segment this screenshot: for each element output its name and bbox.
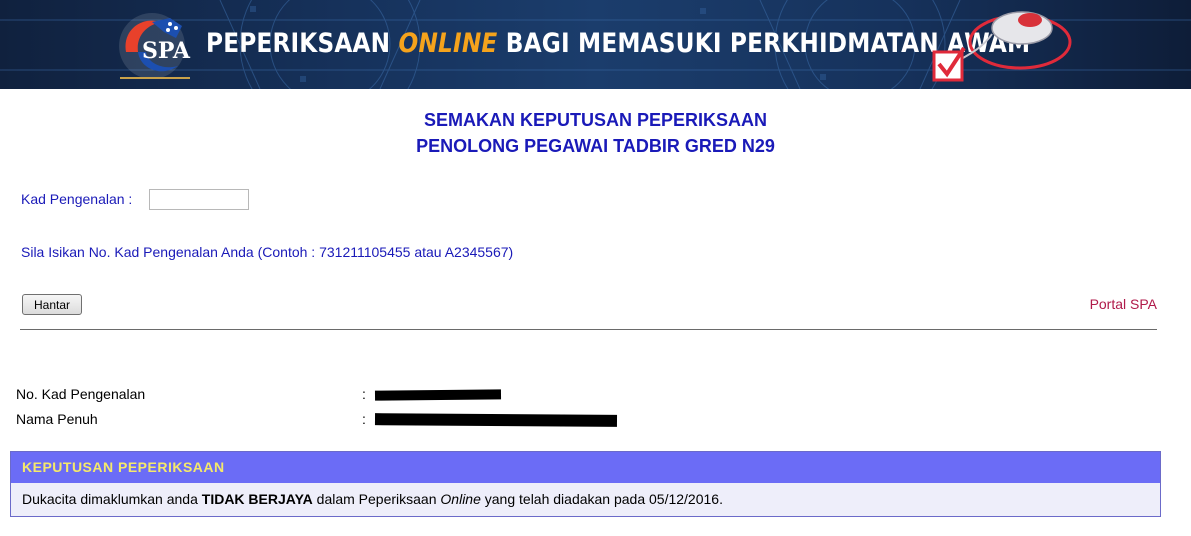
result-text-online: Online: [440, 491, 481, 507]
ic-hint-text: Sila Isikan No. Kad Pengenalan Anda (Con…: [21, 244, 514, 260]
mouse-checkbox-icon: [932, 11, 1072, 82]
page-title-line1: SEMAKAN KEPUTUSAN PEPERIKSAAN: [423, 110, 768, 130]
spa-logo-icon: SPA: [119, 13, 191, 79]
result-panel: KEPUTUSAN PEPERIKSAAN Dukacita dimaklumk…: [10, 451, 1161, 517]
nama-penuh-label: Nama Penuh: [16, 411, 98, 427]
no-kad-pengenalan-colon: :: [362, 386, 366, 402]
result-text-middle: dalam Peperiksaan: [312, 491, 441, 507]
no-kad-pengenalan-label: No. Kad Pengenalan: [16, 386, 146, 402]
divider: [20, 329, 1157, 330]
result-header: KEPUTUSAN PEPERIKSAAN: [11, 452, 1160, 483]
result-text-after: yang telah diadakan pada 05/12/2016.: [480, 491, 723, 507]
page-title-line2: PENOLONG PEGAWAI TADBIR GRED N29: [416, 136, 775, 156]
portal-spa-link[interactable]: Portal SPA: [1090, 296, 1157, 312]
kad-pengenalan-label: Kad Pengenalan :: [21, 191, 133, 207]
banner-title: PEPERIKSAAN ONLINE BAGI MEMASUKI PERKHID…: [206, 24, 1030, 64]
result-status: TIDAK BERJAYA: [201, 491, 313, 507]
redacted-ic-number: [374, 389, 502, 401]
banner-title-online: ONLINE: [398, 28, 498, 59]
banner-title-part1: PEPERIKSAAN: [206, 28, 391, 59]
result-text-before: Dukacita dimaklumkan anda: [22, 491, 202, 507]
kad-pengenalan-input[interactable]: [149, 189, 249, 210]
header-banner: SPA PEPERIKSAAN ONLINE BAGI MEMASUKI PER…: [0, 0, 1191, 89]
nama-penuh-colon: :: [362, 411, 366, 427]
result-message: Dukacita dimaklumkan anda TIDAK BERJAYA …: [11, 483, 1160, 516]
redacted-full-name: [374, 413, 618, 427]
hantar-button[interactable]: Hantar: [22, 294, 82, 315]
svg-text:SPA: SPA: [142, 38, 191, 64]
